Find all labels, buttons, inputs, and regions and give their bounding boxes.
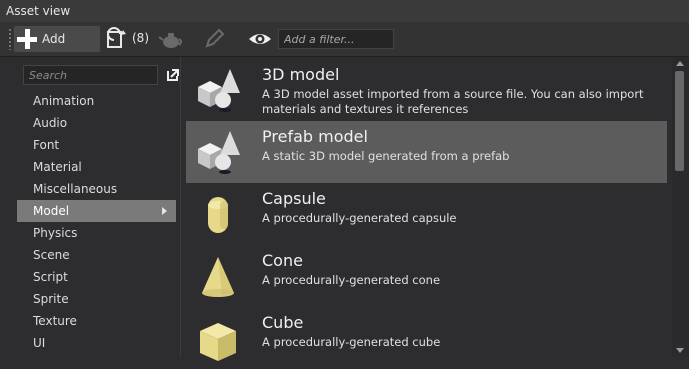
asset-item-cone[interactable]: Cone A procedurally-generated cone [186, 245, 667, 307]
asset-description: A static 3D model generated from a prefa… [262, 149, 510, 163]
category-label: Audio [33, 116, 68, 130]
category-scene[interactable]: Scene [17, 244, 176, 266]
references-count: (8) [132, 31, 149, 45]
filter-input[interactable] [278, 29, 394, 49]
asset-title: Capsule [262, 189, 326, 208]
asset-description: A 3D model asset imported from a source … [262, 87, 644, 116]
category-sprite[interactable]: Sprite [17, 288, 176, 310]
cone-icon [202, 257, 234, 297]
capsule-icon [208, 197, 228, 233]
category-audio[interactable]: Audio [17, 112, 176, 134]
asset-description: A procedurally-generated capsule [262, 211, 457, 225]
category-miscellaneous[interactable]: Miscellaneous [17, 178, 176, 200]
asset-description: A procedurally-generated cone [262, 273, 441, 287]
asset-item-cube[interactable]: Cube A procedurally-generated cube [186, 307, 667, 369]
category-texture[interactable]: Texture [17, 310, 176, 332]
category-label: Sprite [33, 292, 69, 306]
asset-list: 3D model A 3D model asset imported from … [182, 57, 672, 361]
category-label: Material [33, 160, 82, 174]
cube-icon [200, 323, 236, 361]
model-3d-icon [198, 69, 240, 112]
category-physics[interactable]: Physics [17, 222, 176, 244]
asset-title: 3D model [262, 65, 340, 84]
category-label: Animation [33, 94, 95, 108]
asset-item-capsule[interactable]: Capsule A procedurally-generated capsule [186, 183, 667, 245]
category-label: Script [33, 270, 68, 284]
panel-title: Asset view [0, 0, 689, 22]
search-input[interactable] [23, 65, 158, 85]
collapse-all-icon[interactable] [166, 68, 180, 82]
asset-item-3d-model[interactable]: 3D model A 3D model asset imported from … [186, 59, 667, 121]
toolbar-grip[interactable] [8, 28, 12, 50]
category-model[interactable]: Model [17, 200, 176, 222]
category-label: UI [33, 336, 46, 350]
category-label: Scene [33, 248, 70, 262]
category-script[interactable]: Script [17, 266, 176, 288]
category-material[interactable]: Material [17, 156, 176, 178]
category-label: Physics [33, 226, 78, 240]
scroll-down-arrow-icon[interactable] [676, 348, 684, 353]
asset-title: Prefab model [262, 127, 368, 146]
category-label: Texture [33, 314, 77, 328]
references-icon[interactable] [106, 27, 130, 51]
eye-icon[interactable] [248, 27, 272, 51]
add-asset-button[interactable]: Add asset [14, 26, 100, 72]
category-sidebar: Animation Audio Font Material Miscellane… [14, 57, 181, 357]
asset-description: A procedurally-generated cube [262, 335, 441, 349]
category-label: Model [33, 204, 70, 218]
category-label: Font [33, 138, 60, 152]
toolbar: Add asset (8) [0, 22, 689, 72]
scroll-up-arrow-icon[interactable] [676, 61, 684, 66]
chevron-right-icon [162, 207, 167, 215]
asset-title: Cube [262, 313, 304, 332]
edit-pencil-icon[interactable] [202, 27, 226, 51]
asset-item-prefab-model[interactable]: Prefab model A static 3D model generated… [186, 121, 667, 183]
category-ui[interactable]: UI [17, 332, 176, 354]
category-label: Miscellaneous [33, 182, 118, 196]
plus-icon [16, 28, 38, 50]
prefab-model-icon [198, 131, 240, 174]
teapot-icon[interactable] [158, 27, 184, 51]
category-font[interactable]: Font [17, 134, 176, 156]
asset-title: Cone [262, 251, 303, 270]
vertical-scrollbar[interactable] [672, 57, 689, 357]
category-animation[interactable]: Animation [17, 90, 176, 112]
scrollbar-thumb[interactable] [675, 71, 684, 171]
